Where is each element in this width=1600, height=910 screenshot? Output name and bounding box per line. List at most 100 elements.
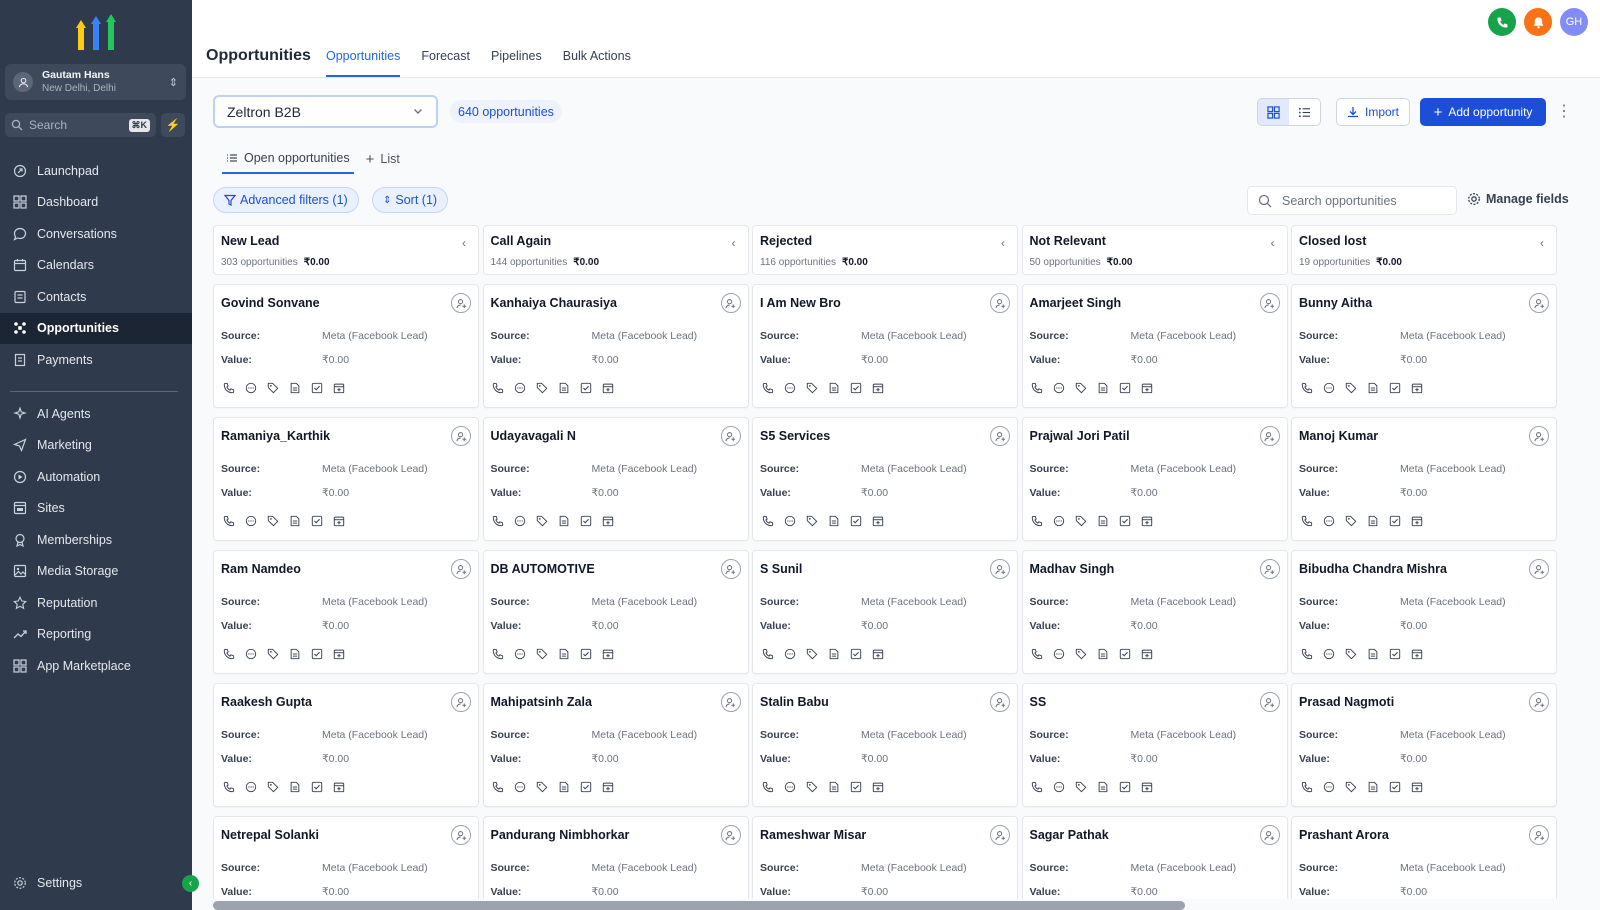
phone-icon[interactable] [1299,380,1314,395]
task-icon[interactable] [579,380,594,395]
message-icon[interactable] [243,380,258,395]
opportunity-card[interactable]: Govind Sonvane Source: Meta (Facebook Lead… [213,284,479,408]
message-icon[interactable] [1321,646,1336,661]
appointment-icon[interactable] [331,380,346,395]
opportunity-card[interactable]: Sagar Pathak Source: Meta (Facebook Lead) V… [1021,816,1288,899]
assign-user-icon[interactable] [451,559,471,579]
note-icon[interactable] [557,380,572,395]
note-icon[interactable] [1096,513,1111,528]
tag-icon[interactable] [804,779,819,794]
assign-user-icon[interactable] [720,559,741,579]
opportunity-card[interactable]: DB AUTOMOTIVE Source: Meta (Facebook Lead)… [482,550,749,674]
opportunity-card[interactable]: Pandurang Nimbhorkar Source: Meta (Faceboo… [482,816,749,899]
phone-icon[interactable] [491,513,506,528]
tag-icon[interactable] [535,646,550,661]
add-opportunity-button[interactable]: + Add opportunity [1420,98,1546,126]
assign-user-icon[interactable] [1529,825,1549,845]
opportunity-card[interactable]: S5 Services Source: Meta (Facebook Lead) Va… [752,417,1018,541]
assign-user-icon[interactable] [1259,825,1280,845]
phone-icon[interactable] [491,779,506,794]
sidebar-item-reporting[interactable]: Reporting [0,619,192,651]
phone-icon[interactable] [1030,779,1045,794]
note-icon[interactable] [1365,646,1380,661]
manage-fields-button[interactable]: Manage fields [1467,192,1569,206]
assign-user-icon[interactable] [451,293,471,313]
sidebar-item-marketing[interactable]: Marketing [0,430,192,462]
opportunity-card[interactable]: Madhav Singh Source: Meta (Facebook Lead) V… [1021,550,1288,674]
tag-icon[interactable] [1343,513,1358,528]
board-view-button[interactable] [1258,99,1289,125]
tab-opportunities[interactable]: Opportunities [326,49,401,77]
task-icon[interactable] [848,779,863,794]
task-icon[interactable] [1387,513,1402,528]
sidebar-item-automation[interactable]: Automation [0,461,192,493]
assign-user-icon[interactable] [720,825,741,845]
message-icon[interactable] [1321,779,1336,794]
avatar[interactable]: GH [1560,8,1588,36]
tab-pipelines[interactable]: Pipelines [491,49,542,77]
sidebar-item-app-marketplace[interactable]: App Marketplace [0,650,192,682]
tag-icon[interactable] [1074,779,1089,794]
note-icon[interactable] [1365,513,1380,528]
appointment-icon[interactable] [331,779,346,794]
note-icon[interactable] [287,380,302,395]
appointment-icon[interactable] [1409,646,1424,661]
message-icon[interactable] [243,513,258,528]
appointment-icon[interactable] [331,646,346,661]
task-icon[interactable] [848,513,863,528]
opportunity-card[interactable]: Ram Namdeo Source: Meta (Facebook Lead) Val… [213,550,479,674]
task-icon[interactable] [1118,779,1133,794]
task-icon[interactable] [1118,380,1133,395]
tag-icon[interactable] [535,380,550,395]
tab-forecast[interactable]: Forecast [421,49,470,77]
task-icon[interactable] [848,380,863,395]
opportunity-card[interactable]: Bunny Aitha Source: Meta (Facebook Lead) Va… [1291,284,1557,408]
appointment-icon[interactable] [1409,380,1424,395]
appointment-icon[interactable] [601,513,616,528]
pipeline-select[interactable]: Zeltron B2B [213,95,438,128]
message-icon[interactable] [513,380,528,395]
task-icon[interactable] [848,646,863,661]
note-icon[interactable] [287,646,302,661]
phone-icon[interactable] [1299,646,1314,661]
task-icon[interactable] [309,513,324,528]
assign-user-icon[interactable] [990,825,1010,845]
task-icon[interactable] [1387,646,1402,661]
assign-user-icon[interactable] [720,692,741,712]
opportunity-card[interactable]: Udayavagali N Source: Meta (Facebook Lead)… [482,417,749,541]
message-icon[interactable] [513,513,528,528]
tab-bulk-actions[interactable]: Bulk Actions [563,49,631,77]
phone-icon[interactable] [221,646,236,661]
collapse-column-icon[interactable]: ‹ [462,236,466,250]
phone-icon[interactable] [1299,513,1314,528]
note-icon[interactable] [826,779,841,794]
note-icon[interactable] [1365,380,1380,395]
note-icon[interactable] [287,779,302,794]
collapse-column-icon[interactable]: ‹ [1271,236,1275,250]
phone-icon[interactable] [1030,380,1045,395]
collapse-column-icon[interactable]: ‹ [1540,236,1544,250]
sidebar-search[interactable]: Search ⌘K [5,113,156,137]
appointment-icon[interactable] [870,779,885,794]
appointment-icon[interactable] [601,779,616,794]
message-icon[interactable] [1321,380,1336,395]
appointment-icon[interactable] [1409,779,1424,794]
appointment-icon[interactable] [601,646,616,661]
task-icon[interactable] [579,646,594,661]
tag-icon[interactable] [1343,646,1358,661]
phone-icon[interactable] [1299,779,1314,794]
quick-action-button[interactable]: ⚡ [161,113,185,137]
message-icon[interactable] [1052,779,1067,794]
note-icon[interactable] [287,513,302,528]
assign-user-icon[interactable] [990,293,1010,313]
message-icon[interactable] [782,513,797,528]
note-icon[interactable] [557,646,572,661]
opportunity-card[interactable]: I Am New Bro Source: Meta (Facebook Lead) V… [752,284,1018,408]
sidebar-item-calendars[interactable]: Calendars [0,250,192,282]
note-icon[interactable] [826,513,841,528]
assign-user-icon[interactable] [990,559,1010,579]
phone-icon[interactable] [221,380,236,395]
sort-button[interactable]: ⇕ Sort (1) [372,187,449,213]
appointment-icon[interactable] [1140,380,1155,395]
assign-user-icon[interactable] [1259,426,1280,446]
